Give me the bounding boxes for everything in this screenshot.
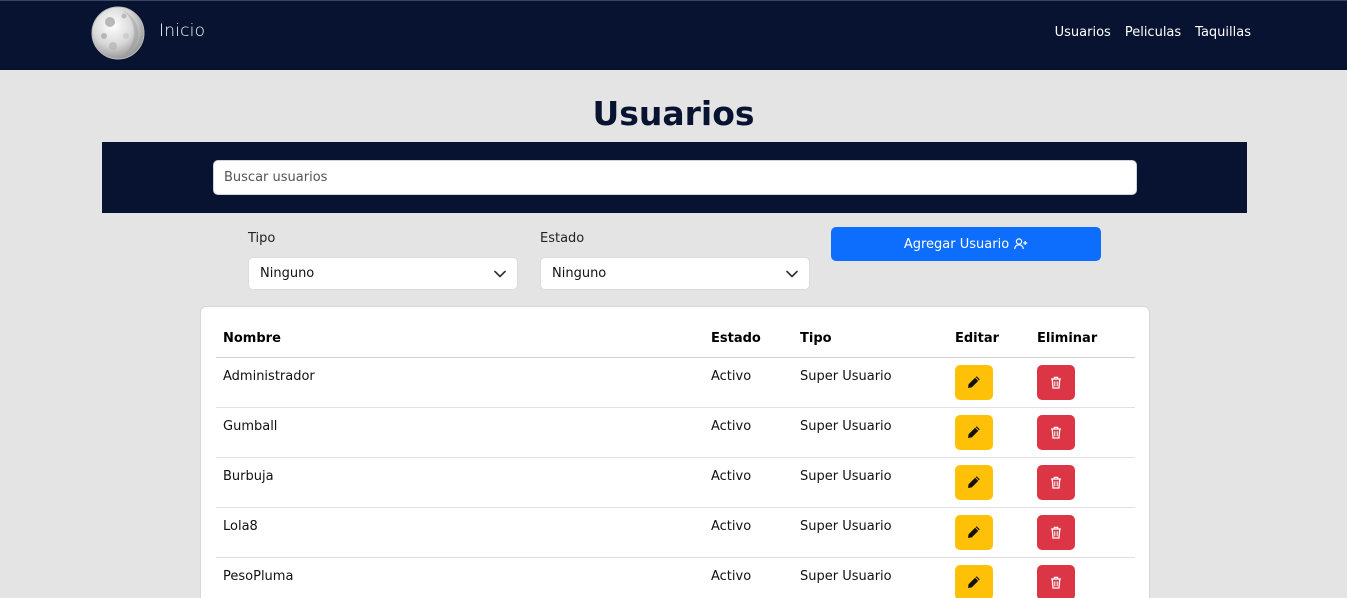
pencil-icon	[968, 426, 980, 438]
user-type: Super Usuario	[793, 407, 948, 458]
delete-button[interactable]	[1037, 514, 1075, 550]
edit-button[interactable]	[955, 414, 993, 450]
nav-link-peliculas[interactable]: Peliculas	[1125, 25, 1181, 40]
trash-icon	[1051, 576, 1061, 589]
edit-button[interactable]	[955, 564, 993, 598]
edit-button[interactable]	[955, 364, 993, 400]
navbar: Inicio Usuarios Peliculas Taquillas	[0, 0, 1347, 70]
delete-button[interactable]	[1037, 564, 1075, 598]
table-row: PesoPluma Activo Super Usuario	[216, 557, 1135, 598]
search-input[interactable]	[213, 160, 1137, 195]
trash-icon	[1051, 376, 1061, 389]
tipo-select[interactable]: Ninguno	[248, 257, 518, 290]
user-status: Activo	[704, 407, 793, 458]
user-status: Activo	[704, 557, 793, 598]
estado-filter-label: Estado	[540, 231, 585, 246]
header-editar: Editar	[948, 321, 1030, 358]
tipo-filter-label: Tipo	[248, 231, 276, 246]
header-nombre: Nombre	[216, 321, 704, 358]
delete-button[interactable]	[1037, 414, 1075, 450]
edit-cell	[948, 407, 1030, 458]
pencil-icon	[968, 526, 980, 538]
tipo-select-value: Ninguno	[260, 266, 315, 281]
trash-icon	[1051, 526, 1061, 539]
delete-cell	[1030, 357, 1135, 408]
pencil-icon	[968, 576, 980, 588]
pencil-icon	[968, 376, 980, 388]
header-estado: Estado	[704, 321, 793, 358]
trash-icon	[1051, 426, 1061, 439]
delete-cell	[1030, 507, 1135, 558]
user-name: Lola8	[216, 507, 704, 558]
edit-cell	[948, 507, 1030, 558]
nav-links: Usuarios Peliculas Taquillas	[1055, 25, 1251, 40]
edit-button[interactable]	[955, 464, 993, 500]
moon-logo-icon[interactable]	[91, 6, 145, 60]
edit-cell	[948, 357, 1030, 408]
user-name: Administrador	[216, 357, 704, 408]
edit-button[interactable]	[955, 514, 993, 550]
search-band	[102, 142, 1247, 213]
user-name: PesoPluma	[216, 557, 704, 598]
table-header-row: Nombre Estado Tipo Editar Eliminar	[216, 321, 1135, 358]
chevron-down-icon	[786, 270, 798, 277]
add-user-label: Agregar Usuario	[903, 236, 1010, 252]
estado-select[interactable]: Ninguno	[540, 257, 810, 290]
users-table: Nombre Estado Tipo Editar Eliminar Admin…	[216, 321, 1135, 598]
delete-cell	[1030, 457, 1135, 508]
pencil-icon	[968, 476, 980, 488]
table-row: Gumball Activo Super Usuario	[216, 407, 1135, 458]
user-type: Super Usuario	[793, 557, 948, 598]
nav-link-taquillas[interactable]: Taquillas	[1195, 25, 1251, 40]
user-type: Super Usuario	[793, 457, 948, 508]
user-status: Activo	[704, 457, 793, 508]
table-row: Burbuja Activo Super Usuario	[216, 457, 1135, 508]
user-status: Activo	[704, 357, 793, 408]
user-name: Gumball	[216, 407, 704, 458]
user-type: Super Usuario	[793, 357, 948, 408]
nav-link-usuarios[interactable]: Usuarios	[1055, 25, 1111, 40]
user-plus-icon	[1014, 238, 1028, 250]
trash-icon	[1051, 476, 1061, 489]
header-eliminar: Eliminar	[1030, 321, 1135, 358]
add-user-button[interactable]: Agregar Usuario	[831, 227, 1101, 261]
edit-cell	[948, 557, 1030, 598]
chevron-down-icon	[494, 270, 506, 277]
estado-select-value: Ninguno	[552, 266, 607, 281]
user-status: Activo	[704, 507, 793, 558]
delete-button[interactable]	[1037, 364, 1075, 400]
page-title: Usuarios	[592, 94, 755, 133]
delete-button[interactable]	[1037, 464, 1075, 500]
delete-cell	[1030, 407, 1135, 458]
table-row: Lola8 Activo Super Usuario	[216, 507, 1135, 558]
users-table-card: Nombre Estado Tipo Editar Eliminar Admin…	[200, 306, 1150, 598]
delete-cell	[1030, 557, 1135, 598]
user-type: Super Usuario	[793, 507, 948, 558]
user-name: Burbuja	[216, 457, 704, 508]
brand-link[interactable]: Inicio	[159, 21, 205, 41]
table-row: Administrador Activo Super Usuario	[216, 357, 1135, 408]
edit-cell	[948, 457, 1030, 508]
header-tipo: Tipo	[793, 321, 948, 358]
